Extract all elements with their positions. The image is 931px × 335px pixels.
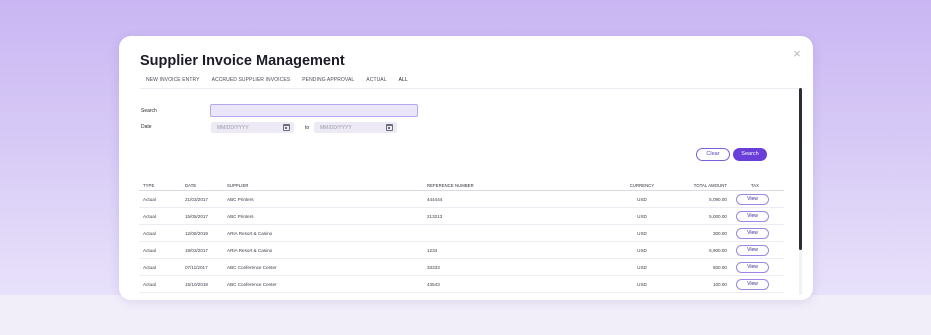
cell-supplier: ARIA Resort & Casino — [227, 231, 273, 236]
cell-supplier: ABC Conference Center — [227, 282, 277, 287]
date-from-placeholder: MM/DD/YYYY — [217, 125, 249, 131]
cell-supplier: ABC Conference Center — [227, 265, 277, 270]
calendar-icon[interactable] — [283, 124, 290, 131]
scrollbar-thumb[interactable] — [799, 88, 802, 250]
view-button[interactable]: View — [736, 194, 769, 205]
cell-type: Actual — [143, 282, 156, 287]
page-backdrop-footer — [0, 295, 931, 335]
cell-date: 15/05/2017 — [185, 214, 208, 219]
search-label: Search — [141, 108, 157, 114]
view-button[interactable]: View — [736, 279, 769, 290]
cell-currency: USD — [637, 248, 647, 253]
invoice-management-modal: × Supplier Invoice Management NEW INVOIC… — [119, 36, 813, 300]
calendar-icon[interactable] — [386, 124, 393, 131]
search-button[interactable]: Search — [733, 148, 767, 161]
clear-button[interactable]: Clear — [696, 148, 730, 161]
tab-new-invoice-entry[interactable]: NEW INVOICE ENTRY — [140, 75, 206, 89]
cell-currency: USD — [637, 265, 647, 270]
cell-type: Actual — [143, 231, 156, 236]
cell-type: Actual — [143, 197, 156, 202]
cell-date: 07/11/2017 — [185, 265, 208, 270]
cell-date: 15/10/2018 — [185, 282, 208, 287]
cell-supplier: ABC Printers — [227, 197, 254, 202]
date-from-field[interactable]: MM/DD/YYYY — [211, 122, 294, 133]
table-row: Actual 15/10/2018 ABC Conference Center … — [139, 276, 784, 293]
column-header-supplier: SUPPLIER — [227, 183, 249, 188]
page-title: Supplier Invoice Management — [140, 53, 345, 69]
date-to-label: to — [305, 125, 310, 131]
table-row: Actual 12/08/2019 ARIA Resort & Casino U… — [139, 225, 784, 242]
cell-type: Actual — [143, 248, 156, 253]
tab-pending-approval[interactable]: PENDING APPROVAL — [296, 75, 360, 89]
table-row: Actual 21/03/2017 ABC Printers 444444 US… — [139, 191, 784, 208]
invoice-table: TYPE DATE SUPPLIER REFERENCE NUMBER CURR… — [139, 180, 784, 293]
cell-supplier: ARIA Resort & Casino — [227, 248, 273, 253]
table-row: Actual 07/11/2017 ABC Conference Center … — [139, 259, 784, 276]
cell-reference: 43543 — [427, 282, 440, 287]
table-header: TYPE DATE SUPPLIER REFERENCE NUMBER CURR… — [139, 180, 784, 191]
column-header-date: DATE — [185, 183, 197, 188]
cell-currency: USD — [637, 231, 647, 236]
cell-currency: USD — [637, 214, 647, 219]
cell-type: Actual — [143, 265, 156, 270]
view-button[interactable]: View — [736, 228, 769, 239]
cell-date: 21/03/2017 — [185, 197, 208, 202]
tab-actual[interactable]: ACTUAL — [360, 75, 392, 89]
cell-reference: 33333 — [427, 265, 440, 270]
search-input[interactable] — [210, 104, 418, 117]
cell-date: 19/03/2017 — [185, 248, 208, 253]
cell-currency: USD — [637, 282, 647, 287]
cell-type: Actual — [143, 214, 156, 219]
cell-reference: 444444 — [427, 197, 443, 202]
cell-date: 12/08/2019 — [185, 231, 208, 236]
tab-all[interactable]: ALL — [392, 75, 414, 89]
view-button[interactable]: View — [736, 262, 769, 273]
table-row: Actual 15/05/2017 ABC Printers 213213 US… — [139, 208, 784, 225]
column-header-type: TYPE — [143, 183, 155, 188]
cell-reference: 213213 — [427, 214, 443, 219]
tab-bar: NEW INVOICE ENTRY ACCRUED SUPPLIER INVOI… — [140, 75, 414, 89]
cell-reference: 1234 — [427, 248, 438, 253]
date-to-field[interactable]: MM/DD/YYYY — [314, 122, 397, 133]
tab-divider — [140, 88, 800, 89]
cell-currency: USD — [637, 197, 647, 202]
column-header-currency: CURRENCY — [629, 183, 655, 188]
cell-supplier: ABC Printers — [227, 214, 254, 219]
date-to-placeholder: MM/DD/YYYY — [320, 125, 352, 131]
column-header-reference: REFERENCE NUMBER — [427, 183, 474, 188]
tab-accrued-supplier-invoices[interactable]: ACCRUED SUPPLIER INVOICES — [206, 75, 297, 89]
column-header-tax: TAX — [750, 183, 759, 188]
table-row: Actual 19/03/2017 ARIA Resort & Casino 1… — [139, 242, 784, 259]
view-button[interactable]: View — [736, 211, 769, 222]
date-label: Date — [141, 124, 152, 130]
close-icon[interactable]: × — [791, 47, 803, 60]
view-button[interactable]: View — [736, 245, 769, 256]
